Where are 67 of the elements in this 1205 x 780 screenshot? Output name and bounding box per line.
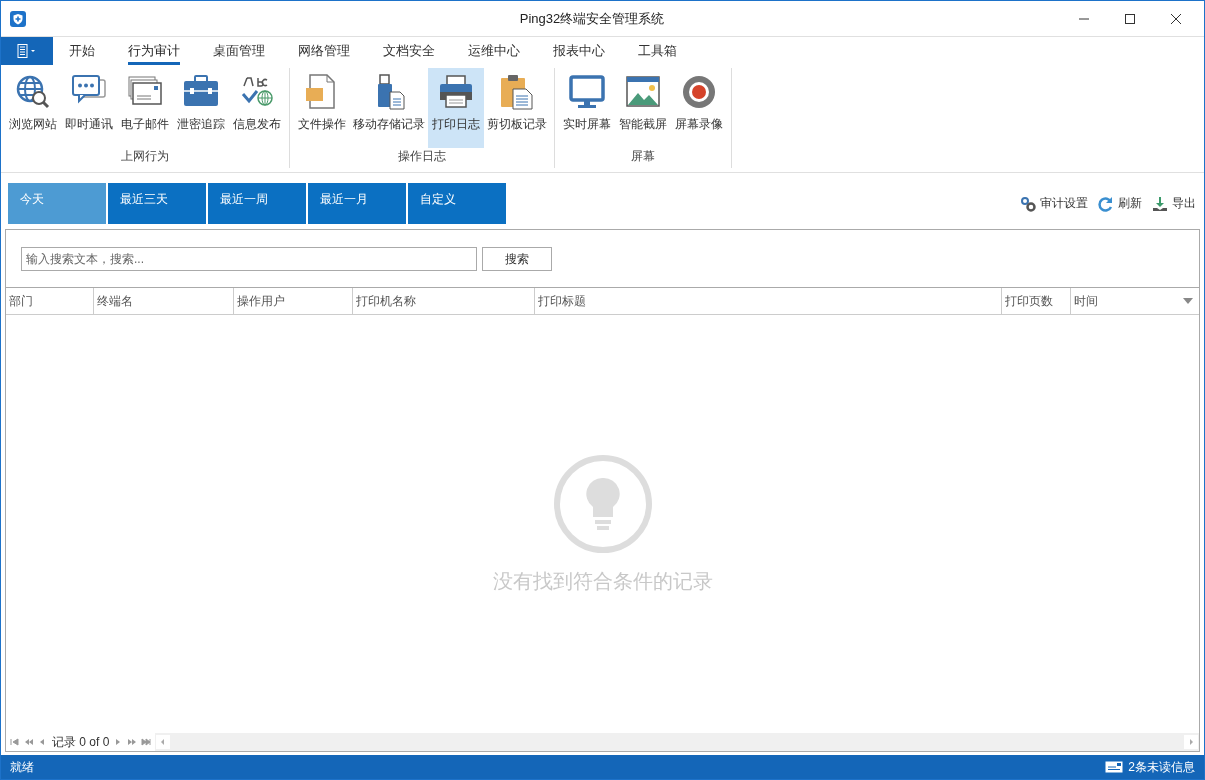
column-header[interactable]: 打印页数 [1002,288,1071,314]
previous-page-icon[interactable] [24,738,34,746]
column-header[interactable]: 打印机名称 [353,288,535,314]
window-title: Ping32终端安全管理系统 [518,9,666,28]
ribbon-tab[interactable]: 文档安全 [367,37,451,65]
toolbar-button[interactable]: 导出 [1152,195,1196,212]
ribbon-tab[interactable]: 桌面管理 [197,37,281,65]
ribbon-tab[interactable]: 网络管理 [282,37,366,65]
monitor-icon [569,74,605,110]
refresh-icon [1098,195,1114,212]
horizontal-scrollbar[interactable] [155,735,1199,749]
group-label: 上网行为 [120,148,170,165]
date-filter-tab[interactable]: 最近一月 [308,183,406,224]
messages-button[interactable]: 2条未读信息 [1105,758,1195,776]
gears-icon [1020,195,1036,212]
ribbon-button[interactable]: 即时通讯 [61,68,117,148]
search-field[interactable]: 输入搜索文本，搜索... [21,247,477,271]
menu-icon [17,44,37,58]
ribbon-button[interactable]: 电子邮件 [117,68,173,148]
record-icon [681,74,717,110]
status-text: 就绪 [10,758,34,776]
scroll-left-icon[interactable] [156,735,171,749]
ribbon-tab[interactable]: 工具箱 [622,37,693,65]
ribbon-button[interactable]: 实时屏幕 [559,68,615,148]
date-filter-tab[interactable]: 自定义 [408,183,506,224]
column-header[interactable]: 操作用户 [234,288,353,314]
ribbon-button[interactable]: 屏幕录像 [671,68,727,148]
toolbar-button[interactable]: 审计设置 [1020,195,1088,212]
ribbon-button[interactable]: 打印日志 [428,68,484,148]
ribbon-tab[interactable]: 报表中心 [537,37,621,65]
maximize-icon[interactable] [1124,12,1136,25]
next-page-icon[interactable] [127,738,138,746]
ribbon-tab[interactable]: 行为审计 [112,37,196,65]
column-header[interactable]: 部门 [6,288,94,314]
group-label: 屏幕 [630,148,656,165]
landscape-image-icon [625,74,661,110]
lightbulb-icon [552,453,653,554]
date-filter-tab[interactable]: 最近一周 [208,183,306,224]
column-header[interactable]: 时间 [1071,288,1199,314]
scroll-right-icon[interactable] [1184,735,1198,749]
last-page-icon[interactable] [141,738,152,746]
column-header[interactable]: 打印标题 [535,288,1002,314]
download-icon [1152,195,1168,212]
toolbar-button[interactable]: 刷新 [1098,195,1142,212]
clipboard-icon [499,74,535,110]
ribbon-tab[interactable]: 运维中心 [452,37,536,65]
group-label: 操作日志 [397,148,447,165]
menu-button[interactable] [1,37,53,65]
ribbon-button[interactable]: 文件操作 [294,68,350,148]
printer-icon [438,74,474,110]
message-icon [1105,761,1124,773]
ribbon-button[interactable]: 泄密追踪 [173,68,229,148]
date-filter-tab[interactable]: 最近三天 [108,183,206,224]
ribbon-button[interactable]: 智能截屏 [615,68,671,148]
ribbon-button[interactable]: 剪切板记录 [484,68,550,148]
close-icon[interactable] [1170,12,1182,25]
ribbon-button[interactable]: 移动存储记录 [350,68,428,148]
record-count: 记录 0 of 0 [52,733,110,751]
dropdown-icon[interactable] [1183,298,1193,304]
ribbon-button[interactable]: 信息发布 [229,68,285,148]
ribbon-tab[interactable]: 开始 [53,37,111,65]
search-button[interactable]: 搜索 [482,247,552,271]
first-page-icon[interactable] [10,738,20,746]
shield-icon [10,10,26,27]
column-header[interactable]: 终端名 [94,288,234,314]
ribbon-button[interactable]: 浏览网站 [5,68,61,148]
globe-search-icon [15,74,51,110]
